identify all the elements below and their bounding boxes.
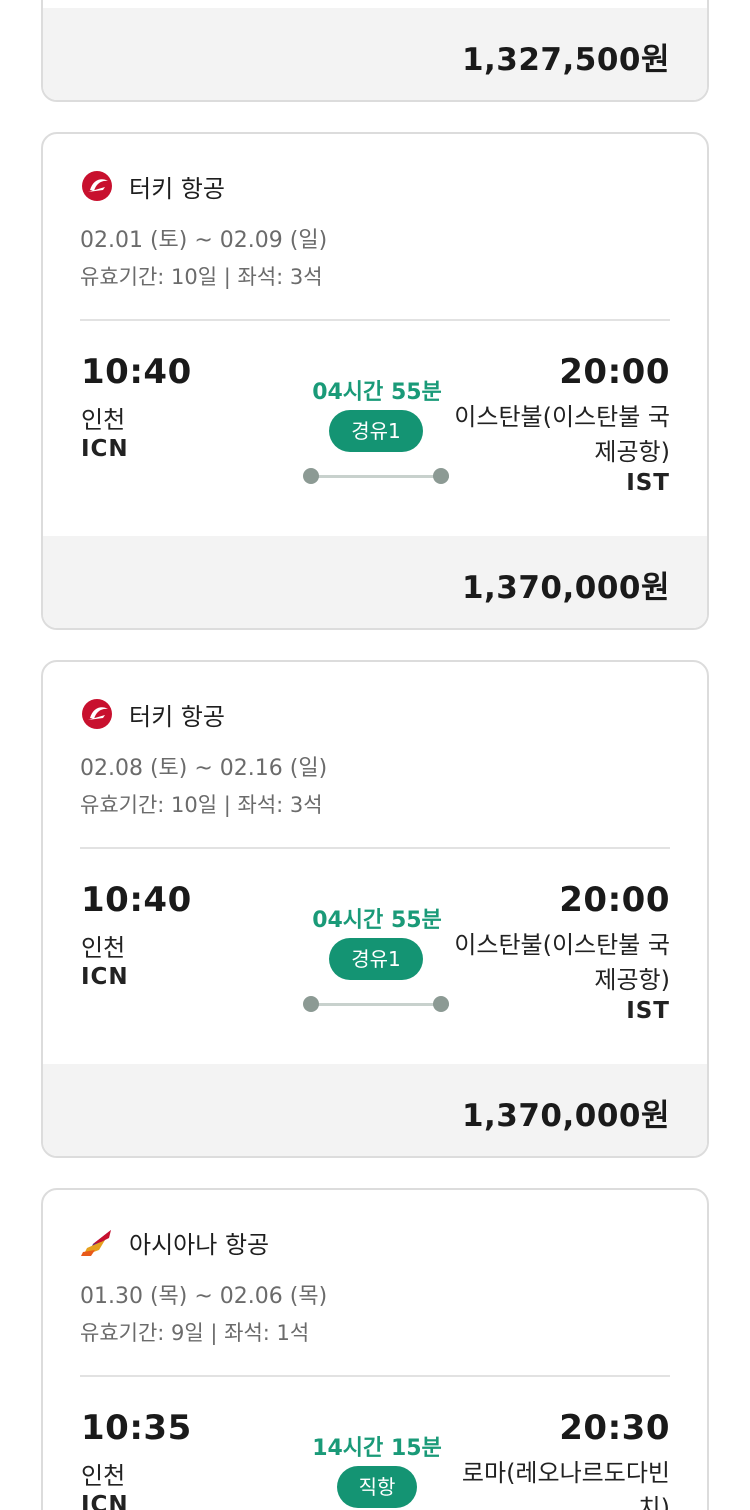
airline-name: 터키 항공 — [129, 702, 225, 731]
stops-badge: 경유1 — [329, 938, 423, 980]
route-destination-dot — [433, 996, 449, 1012]
price: 1,370,000원 — [461, 1098, 670, 1134]
stops-badge: 직항 — [337, 1466, 417, 1508]
divider — [80, 1375, 670, 1377]
divider — [80, 847, 670, 849]
departure-city: 인천 — [81, 406, 126, 434]
turkish-airlines-logo-icon — [82, 171, 112, 201]
arrival-time: 20:00 — [559, 352, 670, 392]
price: 1,327,500원 — [461, 42, 670, 78]
departure-code: ICN — [81, 1492, 129, 1510]
airline-name: 터키 항공 — [129, 174, 225, 203]
departure-time: 10:35 — [81, 1408, 192, 1448]
route-origin-dot — [303, 996, 319, 1012]
price-bar: 1,370,000원 — [43, 536, 707, 628]
departure-time: 10:40 — [81, 352, 192, 392]
turkish-airlines-logo-icon — [82, 699, 112, 729]
departure-code: ICN — [81, 964, 129, 990]
flight-card[interactable]: 아시아나 항공 01.30 (목) ~ 02.06 (목) 유효기간: 9일 |… — [41, 1188, 709, 1510]
route-destination-dot — [433, 468, 449, 484]
validity-seats: 유효기간: 9일 | 좌석: 1석 — [80, 1321, 310, 1345]
arrival-code: IST — [626, 470, 670, 496]
price-bar: 1,370,000원 — [43, 1064, 707, 1156]
arrival-time: 20:30 — [559, 1408, 670, 1448]
travel-dates: 02.01 (토) ~ 02.09 (일) — [80, 228, 328, 253]
route-line — [309, 1003, 449, 1006]
travel-dates: 01.30 (목) ~ 02.06 (목) — [80, 1284, 328, 1309]
route-line — [309, 475, 449, 478]
validity-seats: 유효기간: 10일 | 좌석: 3석 — [80, 793, 323, 817]
asiana-airlines-logo-icon — [81, 1230, 111, 1256]
divider — [80, 319, 670, 321]
arrival-city: 로마(레오나르도다빈치) — [461, 1459, 670, 1510]
flight-card[interactable]: 터키 항공 02.01 (토) ~ 02.09 (일) 유효기간: 10일 | … — [41, 132, 709, 630]
arrival-city: 이스탄불(이스탄불 국제공항) — [454, 931, 670, 994]
arrival-city: 이스탄불(이스탄불 국제공항) — [454, 403, 670, 466]
airline-row: 터키 항공 — [81, 170, 225, 203]
flight-card[interactable]: 1,327,500원 — [41, 0, 709, 102]
departure-time: 10:40 — [81, 880, 192, 920]
arrival-code: IST — [626, 998, 670, 1024]
airline-name: 아시아나 항공 — [129, 1230, 270, 1259]
validity-seats: 유효기간: 10일 | 좌석: 3석 — [80, 265, 323, 289]
price: 1,370,000원 — [461, 570, 670, 606]
flight-card[interactable]: 터키 항공 02.08 (토) ~ 02.16 (일) 유효기간: 10일 | … — [41, 660, 709, 1158]
departure-city: 인천 — [81, 1462, 126, 1490]
price-bar: 1,327,500원 — [43, 8, 707, 100]
travel-dates: 02.08 (토) ~ 02.16 (일) — [80, 756, 328, 781]
route-origin-dot — [303, 468, 319, 484]
airline-row: 아시아나 항공 — [81, 1226, 270, 1259]
stops-badge: 경유1 — [329, 410, 423, 452]
departure-city: 인천 — [81, 934, 126, 962]
flight-duration: 14시간 15분 — [312, 1436, 442, 1461]
arrival-time: 20:00 — [559, 880, 670, 920]
airline-row: 터키 항공 — [81, 698, 225, 731]
departure-code: ICN — [81, 436, 129, 462]
